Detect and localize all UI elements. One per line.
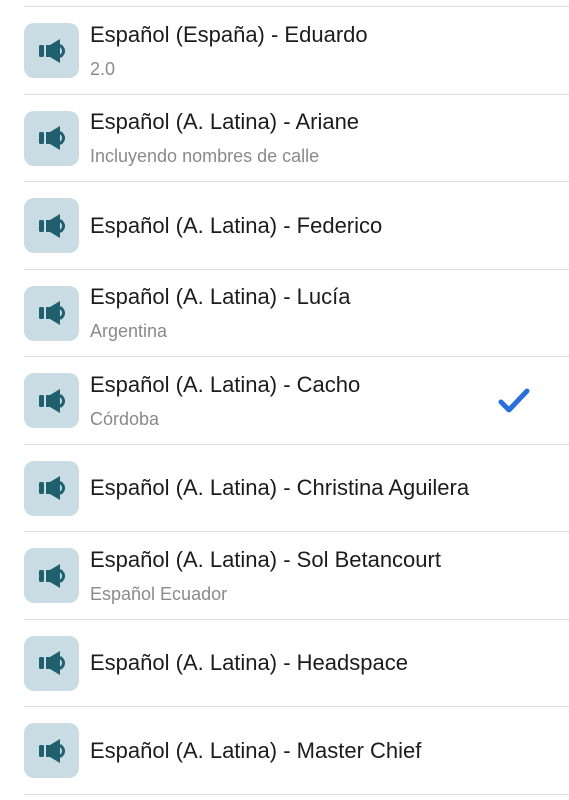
voice-title: Español (A. Latina) - Sol Betancourt: [90, 546, 441, 572]
speaker-icon: [24, 110, 79, 166]
speaker-icon: [24, 23, 79, 79]
voice-subtitle: Español Ecuador: [90, 583, 228, 604]
voice-list: Español (España) - Eduardo 2.0 Español (…: [0, 7, 569, 795]
voice-row[interactable]: Español (A. Latina) - Lucía Argentina: [0, 270, 569, 358]
voice-row-selected[interactable]: Español (A. Latina) - Cacho Córdoba: [0, 357, 569, 445]
voice-row[interactable]: Español (A. Latina) - Sol Betancourt Esp…: [0, 532, 569, 620]
voice-title: Español (A. Latina) - Cacho: [90, 371, 361, 397]
voice-row[interactable]: Español (España) - Eduardo 2.0: [0, 7, 569, 95]
speaker-icon: [24, 635, 79, 691]
voice-title: Español (A. Latina) - Lucía: [90, 284, 351, 310]
voice-subtitle: Incluyendo nombres de calle: [90, 146, 320, 167]
voice-title: Español (España) - Eduardo: [90, 21, 368, 47]
voice-title: Español (A. Latina) - Christina Aguilera: [90, 475, 470, 501]
voice-row[interactable]: Español (A. Latina) - Christina Aguilera: [0, 445, 569, 533]
voice-subtitle: 2.0: [90, 58, 116, 79]
voice-row[interactable]: Español (A. Latina) - Ariane Incluyendo …: [0, 95, 569, 183]
speaker-icon: [24, 548, 79, 604]
voice-row[interactable]: Español (A. Latina) - Master Chief: [0, 707, 569, 795]
speaker-icon: [24, 373, 79, 429]
speaker-icon: [24, 285, 79, 341]
voice-subtitle: Córdoba: [90, 408, 160, 429]
voice-title: Español (A. Latina) - Headspace: [90, 650, 408, 676]
speaker-icon: [24, 723, 79, 779]
voice-title: Español (A. Latina) - Master Chief: [90, 737, 422, 763]
voice-subtitle: Argentina: [90, 321, 168, 342]
voice-row[interactable]: Español (A. Latina) - Headspace: [0, 620, 569, 708]
checkmark-icon: [497, 386, 531, 416]
speaker-icon: [24, 198, 79, 254]
speaker-icon: [24, 460, 79, 516]
voice-row[interactable]: Español (A. Latina) - Federico: [0, 182, 569, 270]
voice-title: Español (A. Latina) - Ariane: [90, 109, 360, 135]
voice-title: Español (A. Latina) - Federico: [90, 212, 383, 238]
